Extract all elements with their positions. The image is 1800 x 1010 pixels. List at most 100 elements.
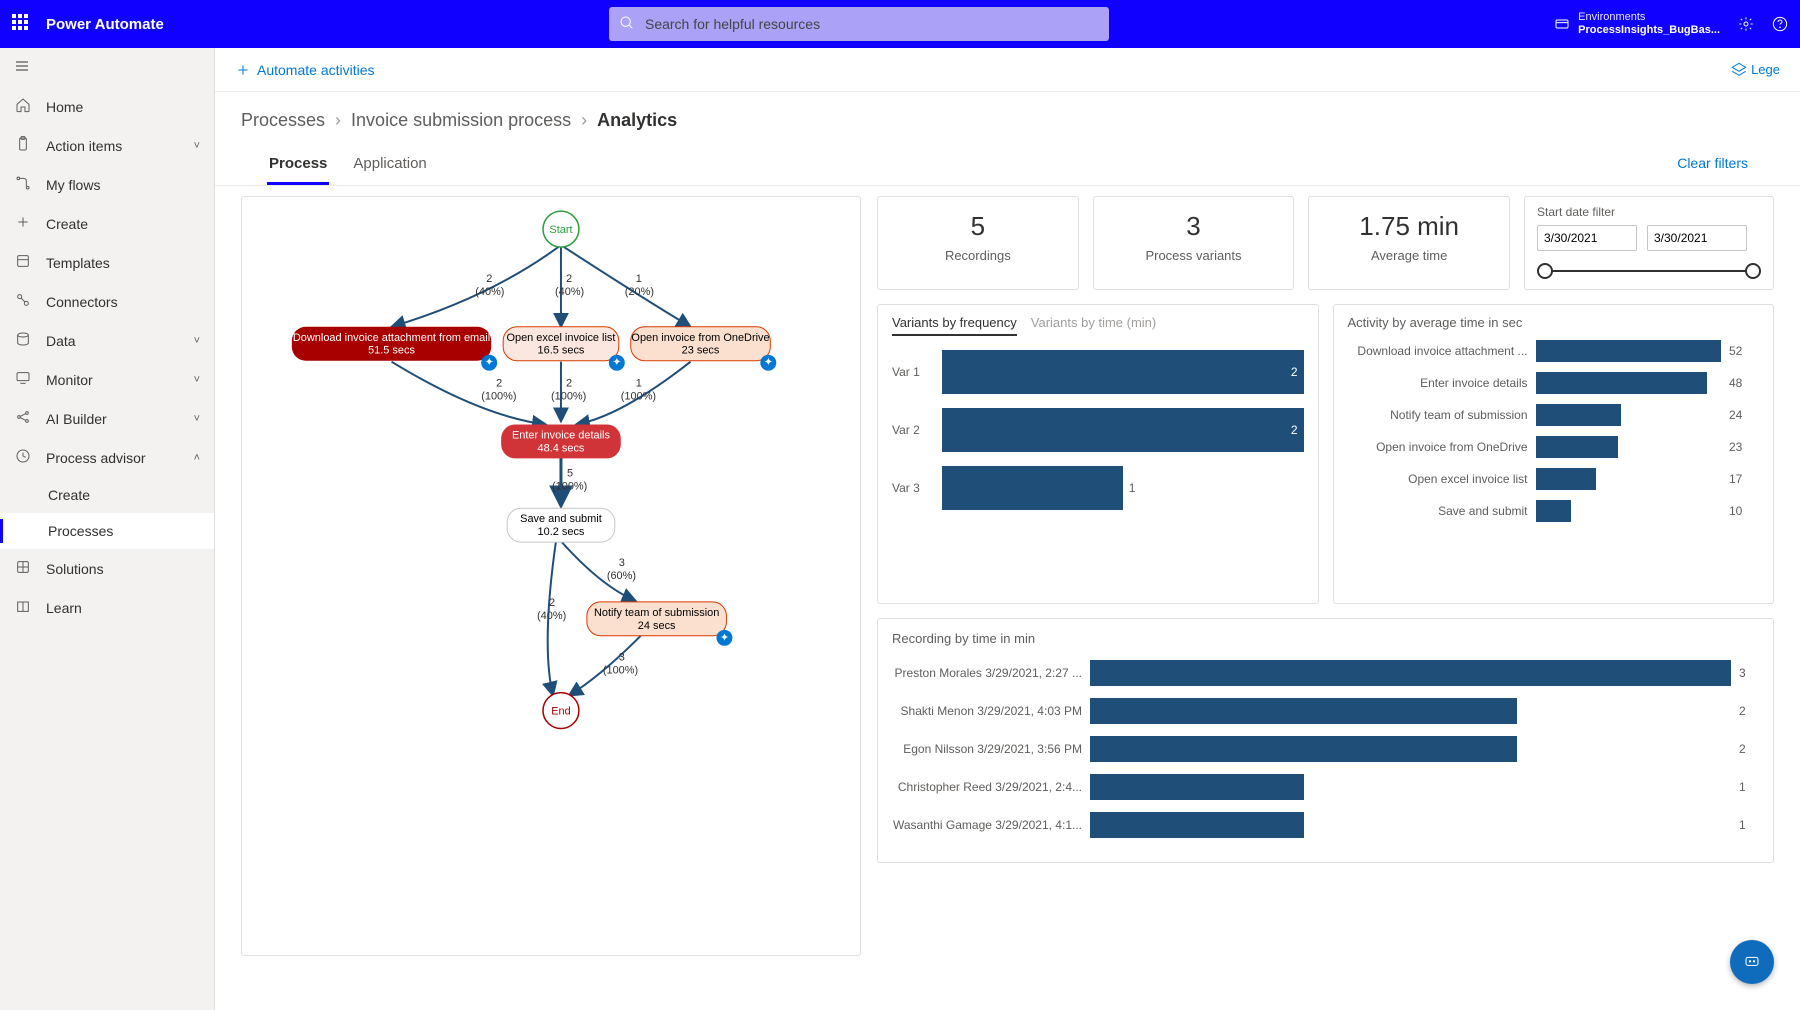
variants-tab-time[interactable]: Variants by time (min): [1031, 315, 1156, 336]
svg-text:2: 2: [566, 378, 572, 390]
connector-icon: [14, 292, 32, 311]
date-slider[interactable]: [1537, 261, 1761, 281]
crumb-current: Analytics: [597, 110, 677, 131]
variant-bar-row[interactable]: Var 12: [892, 350, 1304, 394]
activity-bar-row[interactable]: Notify team of submission24: [1348, 404, 1760, 426]
sidebar-item-action-items[interactable]: Action items˅: [0, 126, 214, 165]
recording-label: Wasanthi Gamage 3/29/2021, 4:1...: [892, 818, 1082, 832]
sidebar-item-create[interactable]: Create: [0, 204, 214, 243]
sidebar-item-label: Data: [46, 333, 76, 349]
svg-text:24 secs: 24 secs: [638, 620, 676, 632]
recording-value: 2: [1739, 742, 1759, 756]
activity-value: 17: [1729, 472, 1759, 486]
clear-filters-link[interactable]: Clear filters: [1677, 147, 1748, 185]
variants-panel: Variants by frequency Variants by time (…: [877, 304, 1319, 604]
layers-icon: [1731, 62, 1747, 78]
svg-text:(100%): (100%): [551, 391, 586, 403]
variant-label: Var 3: [892, 481, 932, 495]
automate-activities-button[interactable]: Automate activities: [235, 62, 375, 78]
recording-value: 1: [1739, 780, 1759, 794]
svg-text:3: 3: [619, 652, 625, 664]
svg-text:(100%): (100%): [603, 665, 638, 677]
sidebar-item-my-flows[interactable]: My flows: [0, 165, 214, 204]
activity-panel: Activity by average time in sec Download…: [1333, 304, 1775, 604]
recording-bar-row[interactable]: Wasanthi Gamage 3/29/2021, 4:1... 1: [892, 812, 1759, 838]
flow-node-open-onedrive[interactable]: Open invoice from OneDrive 23 secs ✦: [631, 327, 777, 371]
variant-bar-row[interactable]: Var 31: [892, 466, 1304, 510]
waffle-icon[interactable]: [12, 14, 32, 34]
svg-text:2: 2: [486, 273, 492, 285]
data-icon: [14, 331, 32, 350]
flow-node-open-excel[interactable]: Open excel invoice list 16.5 secs ✦: [503, 327, 625, 371]
activity-bar-row[interactable]: Open invoice from OneDrive23: [1348, 436, 1760, 458]
help-icon[interactable]: [1772, 16, 1788, 32]
settings-icon[interactable]: [1738, 16, 1754, 32]
crumb-0[interactable]: Processes: [241, 110, 325, 131]
sidebar-item-label: Monitor: [46, 372, 93, 388]
search-input[interactable]: [609, 7, 1109, 41]
process-map[interactable]: 2(40%) 2(40%) 1(20%) 2(100%) 2(100%) 1(1…: [242, 197, 860, 955]
flow-node-end[interactable]: End: [543, 693, 579, 729]
activity-bar-row[interactable]: Enter invoice details48: [1348, 372, 1760, 394]
sidebar-item-ai-builder[interactable]: AI Builder˅: [0, 399, 214, 438]
recording-value: 1: [1739, 818, 1759, 832]
activity-title: Activity by average time in sec: [1348, 315, 1760, 330]
svg-text:48.4 secs: 48.4 secs: [538, 442, 585, 454]
svg-text:(40%): (40%): [475, 286, 504, 298]
sidebar-item-processes[interactable]: Processes: [0, 513, 214, 549]
date-to-input[interactable]: [1647, 225, 1747, 251]
sidebar-item-data[interactable]: Data˅: [0, 321, 214, 360]
activity-bar-row[interactable]: Save and submit10: [1348, 500, 1760, 522]
recording-value: 3: [1739, 666, 1759, 680]
process-map-card: 2(40%) 2(40%) 1(20%) 2(100%) 2(100%) 1(1…: [241, 196, 861, 956]
activity-value: 52: [1729, 344, 1759, 358]
environment-picker[interactable]: Environments ProcessInsights_BugBas...: [1554, 11, 1720, 37]
variant-bar-row[interactable]: Var 22: [892, 408, 1304, 452]
sidebar-item-templates[interactable]: Templates: [0, 243, 214, 282]
recording-bar-row[interactable]: Shakti Menon 3/29/2021, 4:03 PM2: [892, 698, 1759, 724]
recording-bar-row[interactable]: Christopher Reed 3/29/2021, 2:4...1: [892, 774, 1759, 800]
sidebar-item-connectors[interactable]: Connectors: [0, 282, 214, 321]
chevron-down-icon: ˅: [194, 413, 200, 425]
sidebar-item-label: Learn: [46, 600, 82, 616]
activity-label: Open excel invoice list: [1348, 472, 1528, 486]
flow-node-start[interactable]: Start: [543, 211, 579, 247]
recording-bar-row[interactable]: Preston Morales 3/29/2021, 2:27 ...3: [892, 660, 1759, 686]
activity-value: 24: [1729, 408, 1759, 422]
svg-text:(100%): (100%): [621, 391, 656, 403]
app-header: Power Automate Environments ProcessInsig…: [0, 0, 1800, 48]
svg-text:✦: ✦: [764, 357, 773, 369]
sidebar-item-learn[interactable]: Learn: [0, 588, 214, 627]
search-icon: [619, 15, 635, 31]
activity-bar-row[interactable]: Download invoice attachment ...52: [1348, 340, 1760, 362]
crumb-1[interactable]: Invoice submission process: [351, 110, 571, 131]
sidebar-item-label: My flows: [46, 177, 100, 193]
svg-text:2: 2: [549, 597, 555, 609]
svg-text:Open excel invoice list: Open excel invoice list: [506, 332, 615, 344]
sidebar-item-home[interactable]: Home: [0, 87, 214, 126]
flow-node-enter-details[interactable]: Enter invoice details 48.4 secs: [501, 424, 621, 458]
kpi-recordings: 5 Recordings: [877, 196, 1079, 290]
template-icon: [14, 253, 32, 272]
sidebar-item-solutions[interactable]: Solutions: [0, 549, 214, 588]
sidebar-item-label: Processes: [48, 523, 113, 539]
sidebar-item-monitor[interactable]: Monitor˅: [0, 360, 214, 399]
variants-tab-freq[interactable]: Variants by frequency: [892, 315, 1017, 336]
flow-node-save-submit[interactable]: Save and submit 10.2 secs: [507, 508, 615, 542]
tab-application[interactable]: Application: [351, 147, 428, 185]
flow-node-notify[interactable]: Notify team of submission 24 secs ✦: [587, 602, 733, 646]
activity-value: 48: [1729, 376, 1759, 390]
hamburger-icon[interactable]: [0, 48, 214, 87]
sidebar-item-create[interactable]: Create: [0, 477, 214, 513]
recording-bar-row[interactable]: Egon Nilsson 3/29/2021, 3:56 PM2: [892, 736, 1759, 762]
date-filter-card: Start date filter: [1524, 196, 1774, 290]
activity-bar-row[interactable]: Open excel invoice list 17: [1348, 468, 1760, 490]
kpi-avg-time: 1.75 min Average time: [1308, 196, 1510, 290]
tab-process[interactable]: Process: [267, 147, 329, 185]
sidebar-item-label: Create: [48, 487, 90, 503]
chatbot-fab[interactable]: [1730, 940, 1774, 984]
legend-button[interactable]: Lege: [1731, 62, 1780, 78]
recording-panel: Recording by time in min Preston Morales…: [877, 618, 1774, 863]
date-from-input[interactable]: [1537, 225, 1637, 251]
sidebar-item-process-advisor[interactable]: Process advisor˄: [0, 438, 214, 477]
